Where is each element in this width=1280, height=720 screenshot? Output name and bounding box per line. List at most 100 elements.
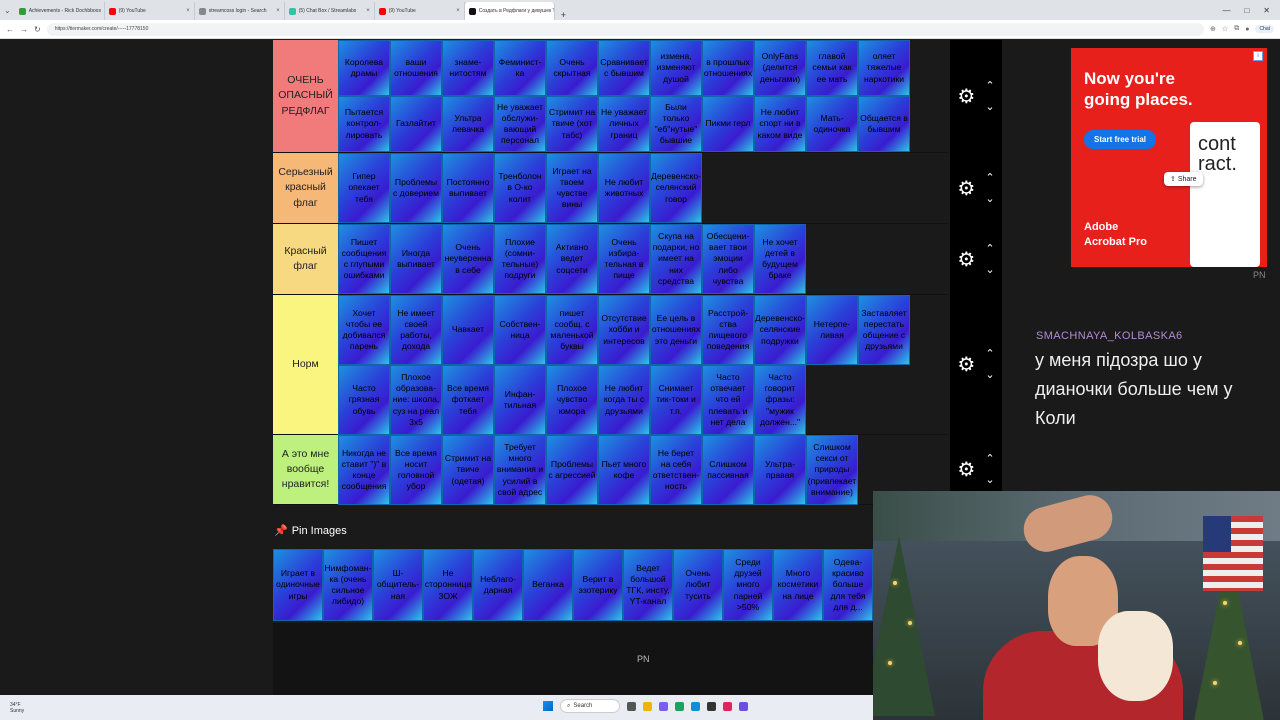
tier-item[interactable]: измена, изменяют душой	[650, 40, 702, 96]
tier-item[interactable]: Чавкает	[442, 295, 494, 365]
maximize-icon[interactable]: □	[1244, 6, 1249, 15]
pin-image-item[interactable]: Верит в эзотерику	[573, 549, 623, 621]
address-bar[interactable]: https://tiermaker.com/create/-----177781…	[46, 22, 1205, 36]
tier-item[interactable]: Проблемы с агрессией	[546, 435, 598, 505]
chevron-up-icon[interactable]: ⌃	[985, 243, 994, 255]
taskbar-search[interactable]: ⌕ Search	[560, 699, 620, 713]
chevron-up-icon[interactable]: ⌃	[985, 454, 994, 465]
tier-item[interactable]: Все время носит головной убор	[390, 435, 442, 505]
tier-item[interactable]: Никогда не ставит ")" в конце сообщения	[338, 435, 390, 505]
weather-widget[interactable]: 34°F Sunny	[10, 702, 24, 714]
tier-item[interactable]: ваши отношения	[390, 40, 442, 96]
tier-item[interactable]: Не уважает обслужи-вающий персонал	[494, 96, 546, 152]
chevron-down-icon[interactable]: ⌄	[985, 101, 994, 113]
new-tab-button[interactable]: +	[555, 10, 572, 20]
tab-close-icon[interactable]: ×	[186, 8, 190, 14]
tab-close-icon[interactable]: ×	[366, 8, 370, 14]
browser-tab[interactable]: Achievements - Rick Dochbboos×	[15, 2, 105, 20]
tier-item[interactable]: Часто грязная обувь	[338, 365, 390, 435]
tier-item[interactable]: Деревенско-селянский говор	[650, 153, 702, 223]
tier-label[interactable]: ОЧЕНЬ ОПАСНЫЙ РЕДФЛАГ	[273, 40, 338, 152]
gear-icon[interactable]: ⚙	[957, 250, 975, 270]
tier-item[interactable]: Очень избира-тельная в пище	[598, 224, 650, 294]
adchoices-icon[interactable]: i	[1253, 51, 1263, 61]
gear-icon[interactable]: ⚙	[957, 460, 975, 480]
tier-item[interactable]: Все время фоткает тебя	[442, 365, 494, 435]
tier-item[interactable]: Снимает тик-токи и т.п.	[650, 365, 702, 435]
start-free-trial-button[interactable]: Start free trial	[1084, 130, 1157, 149]
tier-label[interactable]: А это мне вообще нравится!	[273, 435, 338, 504]
task-view-icon[interactable]	[627, 701, 636, 711]
tier-label[interactable]: Красный флаг	[273, 224, 338, 294]
chevron-up-icon[interactable]: ⌃	[985, 172, 994, 184]
tier-item[interactable]: Пишет сообщения с глупыми ошибками	[338, 224, 390, 294]
app-icon[interactable]	[723, 701, 732, 711]
tier-item[interactable]: Гипер опекает тебя	[338, 153, 390, 223]
bookmark-star-icon[interactable]: ☆	[1222, 25, 1228, 33]
chevron-up-icon[interactable]: ⌃	[985, 349, 994, 360]
tier-item[interactable]: Ультра-правая	[754, 435, 806, 505]
pin-image-item[interactable]: Очень любит тусить	[673, 549, 723, 621]
tier-item[interactable]: Играет на твоем чувстве вины	[546, 153, 598, 223]
tier-item[interactable]: Отсутствие хобби и интересов	[598, 295, 650, 365]
chevron-down-icon[interactable]: ⌄	[985, 475, 994, 486]
tier-item[interactable]: Пьет много кофе	[598, 435, 650, 505]
tier-item[interactable]: Не любит когда ты с друзьями	[598, 365, 650, 435]
tier-item[interactable]: Плохое образова-ние: школа, суз на реал …	[390, 365, 442, 435]
edge-icon[interactable]	[691, 701, 700, 711]
app-icon[interactable]	[675, 701, 684, 711]
tier-item[interactable]: Иногда выпивает	[390, 224, 442, 294]
tier-item[interactable]: Не любит спорт ни в каком виде	[754, 96, 806, 152]
gear-icon[interactable]: ⚙	[957, 87, 975, 107]
minimize-icon[interactable]: —	[1222, 6, 1230, 15]
tier-item[interactable]: Ее цель в отношениях это деньги	[650, 295, 702, 365]
tier-item[interactable]: Постоянно выпивает	[442, 153, 494, 223]
tier-item[interactable]: Слишком пассивная	[702, 435, 754, 505]
tier-item[interactable]: Часто говорит фразы: "мужик должен..."	[754, 365, 806, 435]
pin-image-item[interactable]: Много косметики на лице	[773, 549, 823, 621]
app-icon[interactable]	[707, 701, 716, 711]
pin-image-item[interactable]: Играет в одиночные игры	[273, 549, 323, 621]
tier-item[interactable]: Не имеет своей работы, дохода	[390, 295, 442, 365]
windows-start-icon[interactable]	[543, 701, 553, 711]
tier-item[interactable]: Газлайтит	[390, 96, 442, 152]
file-explorer-icon[interactable]	[643, 701, 652, 711]
tier-item[interactable]: знаме-нитостям	[442, 40, 494, 96]
back-icon[interactable]: ←	[6, 25, 14, 34]
pin-image-item[interactable]: Не сторонница ЗОЖ	[423, 549, 473, 621]
pin-image-item[interactable]: Одева-красиво больше для тебя для д...	[823, 549, 873, 621]
close-window-icon[interactable]: ✕	[1263, 6, 1270, 15]
tier-item[interactable]: Активно ведет соцсети	[546, 224, 598, 294]
gear-icon[interactable]: ⚙	[957, 355, 975, 375]
forward-icon[interactable]: →	[20, 25, 28, 34]
pin-image-item[interactable]: Среди друзей много парней >50%	[723, 549, 773, 621]
tier-item[interactable]: Собствен-ница	[494, 295, 546, 365]
tier-item[interactable]: оляет тяжелые наркотики	[858, 40, 910, 96]
tier-item[interactable]: Хочет чтобы ее добивался парень	[338, 295, 390, 365]
pin-image-item[interactable]: Ш-общитель-ная	[373, 549, 423, 621]
browser-tab[interactable]: streamcoss login - Search ×	[195, 2, 285, 20]
tier-label[interactable]: Норм	[273, 295, 338, 434]
tier-item[interactable]: Инфан-тильная	[494, 365, 546, 435]
adobe-ad-banner[interactable]: i Now you're going places. Start free tr…	[1071, 48, 1267, 267]
chat-button[interactable]: Chat	[1255, 25, 1274, 33]
tier-item[interactable]: Плохие (сомни-тельные) подруги	[494, 224, 546, 294]
tier-item[interactable]: Сравнивает с бывшим	[598, 40, 650, 96]
pin-image-item[interactable]: Нимфоман-ка (очень сильное либидо)	[323, 549, 373, 621]
tier-item[interactable]: Стримит на твиче (одетая)	[442, 435, 494, 505]
tier-item[interactable]: в прошлых отношениях	[702, 40, 754, 96]
tab-close-icon[interactable]: ×	[276, 8, 280, 14]
tier-item[interactable]: Заставляет перестать общение с друзьями	[858, 295, 910, 365]
tier-item[interactable]: главой семьи как ее мать	[806, 40, 858, 96]
tier-item[interactable]: Общается в бывшим	[858, 96, 910, 152]
tier-item[interactable]: Пытается контрол-лировать	[338, 96, 390, 152]
chevron-down-icon[interactable]: ⌄	[985, 193, 994, 205]
app-icon[interactable]	[659, 701, 668, 711]
tier-item[interactable]: Плохое чувство юмора	[546, 365, 598, 435]
tier-item[interactable]: Требует много внимания и усилий в свой а…	[494, 435, 546, 505]
tier-item[interactable]: OnlyFans (делится деньгами)	[754, 40, 806, 96]
browser-tab[interactable]: (9) YouTube ×	[105, 2, 195, 20]
ad-share-button[interactable]: ⇪ Share	[1164, 172, 1203, 186]
tab-close-icon[interactable]: ×	[456, 8, 460, 14]
tier-item[interactable]: Нетерпе-ливая	[806, 295, 858, 365]
